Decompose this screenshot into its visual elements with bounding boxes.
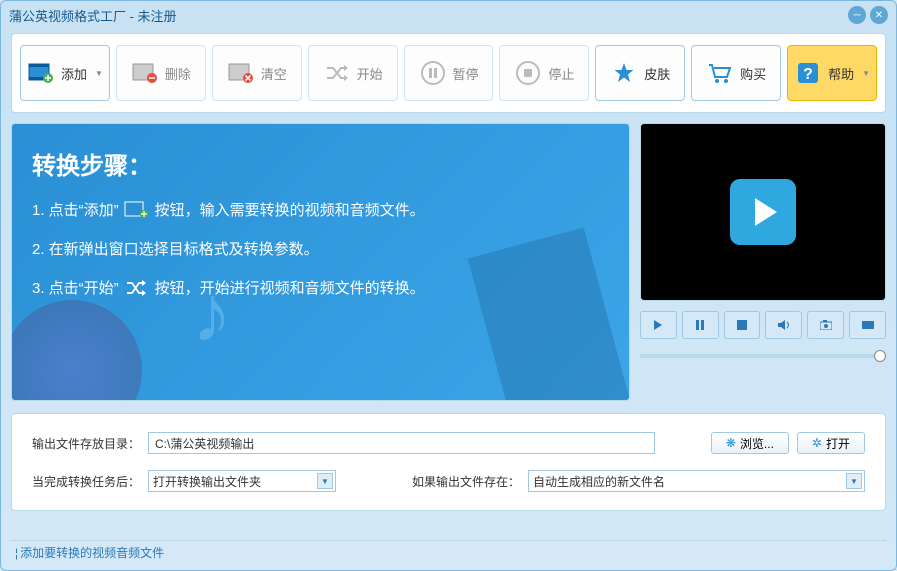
guide-heading: 转换步骤：	[32, 146, 609, 181]
shuffle-icon	[123, 278, 151, 298]
player-play-button[interactable]	[640, 311, 677, 339]
player-screen	[640, 123, 886, 301]
after-task-label: 当完成转换任务后：	[32, 473, 140, 490]
pause-button[interactable]: 暂停	[404, 45, 494, 101]
film-delete-icon	[131, 61, 159, 85]
player-volume-button[interactable]	[765, 311, 802, 339]
minimize-button[interactable]: ─	[848, 6, 866, 24]
output-dir-input[interactable]	[148, 432, 655, 454]
clear-button[interactable]: 清空	[212, 45, 302, 101]
titlebar: 蒲公英视频格式工厂 - 未注册 ─ ✕	[1, 1, 896, 29]
skin-button[interactable]: 皮肤	[595, 45, 685, 101]
file-exists-label: 如果输出文件存在：	[412, 473, 520, 490]
browse-button[interactable]: ❋浏览...	[711, 432, 789, 454]
delete-button[interactable]: 删除	[116, 45, 206, 101]
star-icon	[610, 61, 638, 85]
cart-icon	[706, 61, 734, 85]
status-text: 添加要转换的视频音频文件	[20, 544, 164, 561]
pause-icon	[419, 61, 447, 85]
output-panel: 输出文件存放目录： ❋浏览... ✲打开 当完成转换任务后： 打开转换输出文件夹…	[11, 413, 886, 511]
file-exists-select[interactable]: 自动生成相应的新文件名 ▼	[528, 470, 865, 492]
guide-panel: ♪ 转换步骤： 1. 点击“添加” 按钮，输入需要转换的视频和音频文件。 2. …	[11, 123, 630, 401]
add-button[interactable]: 添加 ▼	[20, 45, 110, 101]
gear-icon: ❋	[726, 436, 736, 450]
output-dir-label: 输出文件存放目录：	[32, 435, 140, 452]
close-button[interactable]: ✕	[870, 6, 888, 24]
after-task-select[interactable]: 打开转换输出文件夹 ▼	[148, 470, 336, 492]
window-title: 蒲公英视频格式工厂 - 未注册	[9, 6, 844, 25]
chevron-down-icon: ▼	[95, 69, 103, 78]
open-button[interactable]: ✲打开	[797, 432, 865, 454]
player-controls	[640, 311, 886, 339]
player-pause-button[interactable]	[682, 311, 719, 339]
player-panel	[640, 123, 886, 401]
buy-button[interactable]: 购买	[691, 45, 781, 101]
player-snapshot-button[interactable]	[807, 311, 844, 339]
statusbar: ¦添加要转换的视频音频文件	[11, 540, 886, 564]
film-clear-icon	[227, 61, 255, 85]
svg-text:?: ?	[803, 66, 813, 83]
reel-icon: ✲	[812, 436, 822, 450]
player-seek-slider[interactable]	[640, 349, 886, 363]
chevron-down-icon: ▼	[846, 473, 862, 489]
player-fullscreen-button[interactable]	[849, 311, 886, 339]
chevron-down-icon: ▼	[317, 473, 333, 489]
shuffle-icon	[323, 61, 351, 85]
stop-icon	[514, 61, 542, 85]
film-add-icon	[27, 61, 55, 85]
start-button[interactable]: 开始	[308, 45, 398, 101]
note-decoration: ♪	[192, 268, 232, 360]
help-button[interactable]: ? 帮助 ▼	[787, 45, 877, 101]
help-icon: ?	[794, 61, 822, 85]
guide-step-1: 1. 点击“添加” 按钮，输入需要转换的视频和音频文件。	[32, 199, 609, 220]
chevron-down-icon: ▼	[862, 69, 870, 78]
player-stop-button[interactable]	[724, 311, 761, 339]
disc-decoration	[11, 300, 142, 401]
toolbar: 添加 ▼ 删除 清空 开始 暂停	[11, 33, 886, 113]
film-add-icon	[123, 200, 151, 220]
play-big-icon	[730, 179, 796, 245]
stop-button[interactable]: 停止	[499, 45, 589, 101]
